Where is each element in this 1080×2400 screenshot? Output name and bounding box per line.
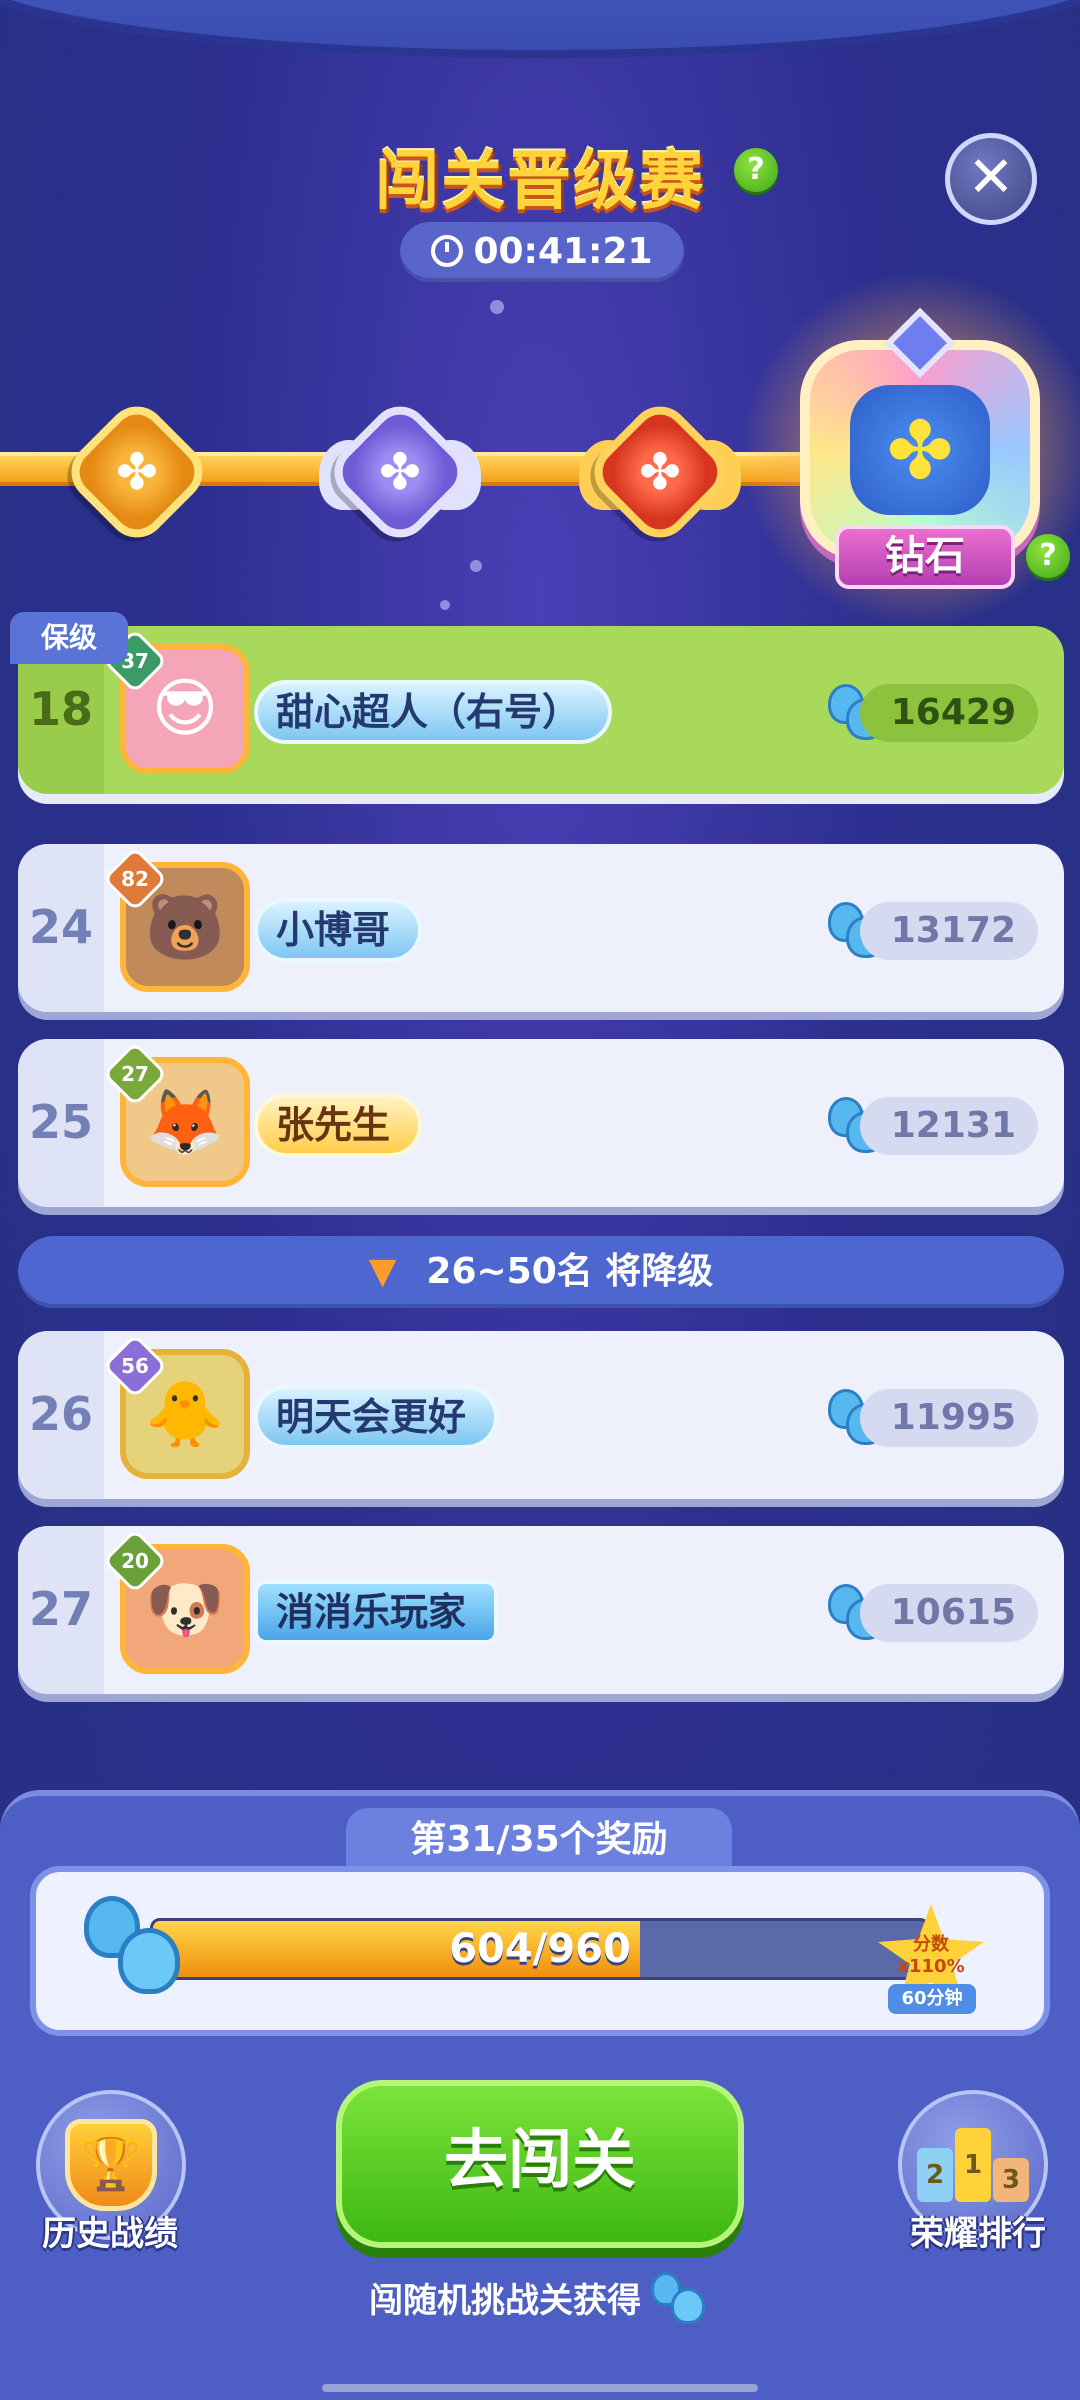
bonus-duration: 60分钟 — [888, 1984, 976, 2014]
demotion-text: 26~50名 将降级 — [426, 1251, 714, 1292]
leaderboard-row[interactable]: 26 🐥 56 明天会更好 11995 — [18, 1331, 1064, 1499]
rank-number: 26 — [28, 1387, 93, 1441]
history-label: 历史战绩 — [42, 2214, 178, 2254]
leaderboard-row-self[interactable]: 18 😎 37 甜心超人（右号） 16429 — [18, 626, 1064, 794]
player-name: 张先生 — [254, 1093, 423, 1157]
clover-icon: ✤ — [639, 443, 681, 501]
current-tier-label: 钻石 — [835, 525, 1015, 589]
rank-number: 24 — [28, 900, 93, 954]
keep-rank-tag: 保级 — [10, 612, 128, 664]
rank-number: 18 — [28, 682, 93, 736]
countdown-timer: 00:41:21 — [400, 222, 684, 282]
silver-tier-badge-icon[interactable]: ✤ — [319, 394, 481, 550]
bubble-decoration — [470, 560, 482, 572]
ranking-label: 荣耀排行 — [910, 2214, 1046, 2254]
hint-text: 闯随机挑战关获得 — [0, 2272, 1080, 2324]
timer-text: 00:41:21 — [473, 231, 653, 272]
score-value: 13172 — [860, 902, 1038, 960]
score-value: 16429 — [860, 684, 1038, 742]
podium-icon: 2 1 3 — [917, 2128, 1029, 2202]
score-value: 12131 — [860, 1097, 1038, 1155]
player-name: 消消乐玩家 — [254, 1580, 499, 1644]
top-banner-arc — [0, 0, 1080, 50]
trophy-icon: 🏆 — [65, 2119, 157, 2211]
water-drop-icon — [651, 2272, 711, 2324]
clover-icon: ✤ — [850, 385, 990, 515]
leaderboard-row[interactable]: 25 🦊 27 张先生 12131 — [18, 1039, 1064, 1207]
player-name: 甜心超人（右号） — [254, 680, 613, 744]
gold-tier-badge-icon[interactable]: ✤ — [59, 394, 215, 550]
tier-help-icon[interactable]: ? — [1026, 534, 1070, 578]
home-indicator[interactable] — [322, 2384, 758, 2392]
leaderboard-row[interactable]: 27 🐶 20 消消乐玩家 10615 — [18, 1526, 1064, 1694]
reward-title: 第31/35个奖励 — [346, 1808, 732, 1872]
water-drop-icon — [78, 1892, 188, 2002]
close-button[interactable]: ✕ — [945, 133, 1037, 225]
help-icon[interactable]: ? — [734, 148, 778, 192]
clover-icon: ✤ — [116, 443, 158, 501]
player-name: 明天会更好 — [254, 1385, 499, 1449]
rank-number: 25 — [28, 1095, 93, 1149]
clock-icon — [431, 235, 464, 267]
progress-text: 604/960 — [449, 1926, 631, 1972]
score-value: 10615 — [860, 1584, 1038, 1642]
red-tier-badge-icon[interactable]: ✤ — [579, 394, 741, 550]
score-value: 11995 — [860, 1389, 1038, 1447]
rank-number: 27 — [28, 1582, 93, 1636]
go-play-button[interactable]: 去闯关 — [336, 2080, 744, 2248]
demotion-banner: ▼ 26~50名 将降级 — [18, 1236, 1064, 1308]
bonus-multiplier: 分数 x110% — [897, 1934, 965, 1977]
clover-icon: ✤ — [379, 443, 421, 501]
title-container: 闯关晋级赛 — [0, 130, 1080, 222]
bubble-decoration — [440, 600, 450, 610]
bubble-decoration — [490, 300, 504, 314]
leaderboard-row[interactable]: 24 🐻 82 小博哥 13172 — [18, 844, 1064, 1012]
down-arrow-icon: ▼ — [368, 1251, 397, 1292]
player-name: 小博哥 — [254, 898, 423, 962]
page-title: 闯关晋级赛 — [375, 145, 705, 219]
